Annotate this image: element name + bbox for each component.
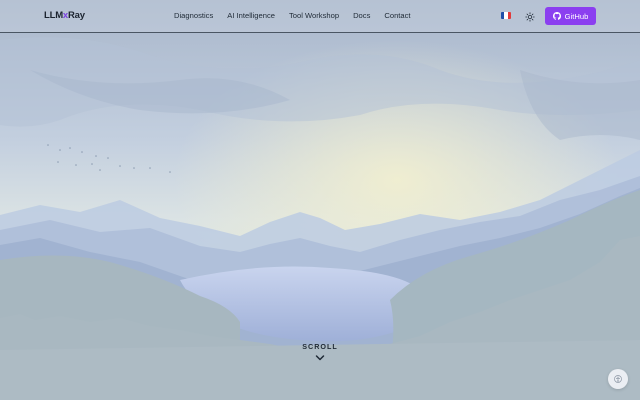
brand-part-1: LLM: [44, 10, 63, 21]
chevron-down-icon: [315, 355, 325, 361]
scroll-label: SCROLL: [302, 342, 338, 351]
scroll-hint[interactable]: SCROLL: [290, 342, 350, 362]
nav-link-ai-intelligence[interactable]: AI Intelligence: [227, 11, 275, 20]
nav-link-contact[interactable]: Contact: [384, 11, 410, 20]
github-button[interactable]: GitHub: [545, 7, 596, 25]
accessibility-button[interactable]: [608, 369, 628, 389]
nav-link-tool-workshop[interactable]: Tool Workshop: [289, 11, 339, 20]
nav-link-docs[interactable]: Docs: [353, 11, 370, 20]
accessibility-icon: [614, 375, 622, 383]
theme-toggle-button[interactable]: [523, 10, 536, 23]
github-icon: [552, 12, 561, 20]
brand-part-3: Ray: [68, 10, 85, 21]
french-flag-icon[interactable]: [501, 12, 511, 19]
hero-landscape-image: [0, 0, 640, 400]
brand-logo[interactable]: LLMxRay: [44, 10, 85, 21]
github-label: GitHub: [564, 11, 589, 21]
nav-link-diagnostics[interactable]: Diagnostics: [174, 11, 213, 20]
nav-links: Diagnostics AI Intelligence Tool Worksho…: [174, 11, 425, 20]
sun-icon: [524, 11, 535, 22]
top-navbar: LLMxRay Diagnostics AI Intelligence Tool…: [0, 0, 640, 33]
